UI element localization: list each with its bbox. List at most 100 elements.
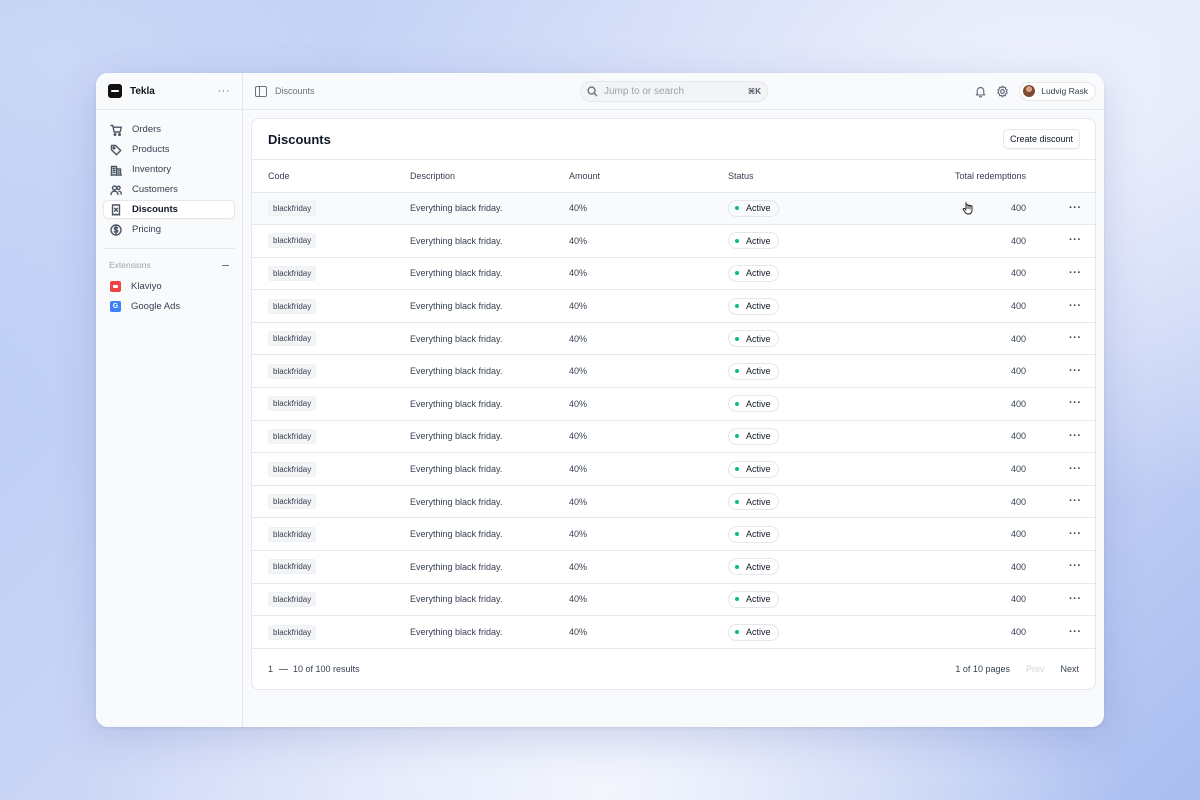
table-row[interactable]: blackfriday Everything black friday. 40% Ac…	[252, 322, 1095, 356]
column-header-redemptions[interactable]: Total redemptions	[878, 160, 1069, 193]
extension-item-klaviyo[interactable]: Klaviyo	[103, 277, 235, 296]
row-more-icon[interactable]: ···	[1069, 300, 1082, 312]
row-more-icon[interactable]: ···	[1069, 267, 1082, 279]
column-header-code[interactable]: Code	[252, 160, 410, 193]
bell-icon[interactable]	[974, 85, 987, 98]
description-cell: Everything black friday.	[410, 583, 569, 617]
extension-item-google-ads[interactable]: G Google Ads	[103, 297, 235, 316]
column-header-status[interactable]: Status	[728, 160, 878, 193]
status-label: Active	[746, 496, 771, 507]
sidebar-item-customers[interactable]: Customers	[103, 180, 235, 199]
discount-code-badge: blackfriday	[268, 298, 317, 314]
toggle-sidebar-icon[interactable]	[255, 85, 267, 97]
pagination-summary: 1 10 of 100 results	[268, 664, 955, 674]
row-more-icon[interactable]: ···	[1069, 365, 1082, 377]
extensions-nav: Klaviyo G Google Ads	[96, 277, 242, 317]
status-badge: Active	[728, 297, 779, 315]
amount-cell: 40%	[569, 583, 728, 617]
status-label: Active	[746, 235, 771, 246]
sidebar-item-pricing[interactable]: Pricing	[103, 220, 235, 239]
collapse-extensions-icon[interactable]	[222, 264, 229, 266]
row-more-icon[interactable]: ···	[1069, 463, 1082, 475]
prev-page-button[interactable]: Prev	[1026, 664, 1045, 674]
sidebar-nav: Orders Products Inventory Customers Discount…	[96, 120, 242, 240]
status-cell: Active	[728, 289, 878, 323]
row-more-icon[interactable]: ···	[1069, 593, 1082, 605]
workspace-more-icon[interactable]: ···	[218, 85, 231, 97]
status-dot-icon	[735, 630, 739, 635]
breadcrumb[interactable]: Discounts	[275, 86, 315, 96]
table-row[interactable]: blackfriday Everything black friday. 40% Ac…	[252, 550, 1095, 584]
create-discount-button[interactable]: Create discount	[1002, 129, 1080, 149]
row-more-icon[interactable]: ···	[1069, 528, 1082, 540]
table-row[interactable]: blackfriday Everything black friday. 40% Ac…	[252, 517, 1095, 552]
table-row[interactable]: blackfriday Everything black friday. 40% Ac…	[252, 452, 1095, 486]
topbar: Discounts ⌘K Ludvig Rask	[243, 73, 1104, 110]
row-more-icon[interactable]: ···	[1069, 332, 1082, 344]
redemptions-cell: 400	[878, 583, 1069, 617]
code-cell: blackfriday	[252, 224, 410, 258]
discount-code-badge: blackfriday	[268, 526, 317, 542]
user-menu[interactable]: Ludvig Rask	[1019, 81, 1096, 101]
amount-cell: 40%	[569, 289, 728, 323]
workspace-switcher[interactable]: Tekla ···	[96, 73, 242, 110]
status-label: Active	[746, 561, 771, 572]
table-row[interactable]: blackfriday Everything black friday. 40% Ac…	[252, 257, 1095, 291]
sidebar-item-products[interactable]: Products	[103, 140, 235, 159]
row-more-icon[interactable]: ···	[1069, 626, 1082, 638]
search-shortcut: ⌘K	[747, 87, 761, 96]
table-row[interactable]: blackfriday Everything black friday. 40% Ac…	[252, 354, 1095, 389]
amount-cell: 40%	[569, 354, 728, 389]
status-label: Active	[746, 203, 771, 214]
next-page-button[interactable]: Next	[1060, 664, 1079, 674]
gear-icon[interactable]	[996, 85, 1009, 98]
row-more-icon[interactable]: ···	[1069, 202, 1082, 214]
row-more-icon[interactable]: ···	[1069, 560, 1082, 572]
main-area: Discounts ⌘K Ludvig Rask	[243, 73, 1104, 727]
column-header-amount[interactable]: Amount	[569, 160, 728, 193]
page-count: 1 of 10 pages	[955, 664, 1010, 674]
status-dot-icon	[735, 238, 739, 243]
row-actions-cell: ···	[1069, 387, 1095, 421]
table-row[interactable]: blackfriday Everything black friday. 40% Ac…	[252, 420, 1095, 454]
table-row[interactable]: blackfriday Everything black friday. 40% Ac…	[252, 224, 1095, 258]
table-row[interactable]: blackfriday Everything black friday. 40% Ac…	[252, 387, 1095, 421]
row-actions-cell: ···	[1069, 192, 1095, 226]
sidebar-item-orders[interactable]: Orders	[103, 120, 235, 139]
status-badge: Active	[728, 330, 779, 348]
status-dot-icon	[735, 304, 739, 309]
status-dot-icon	[735, 369, 739, 374]
row-more-icon[interactable]: ···	[1069, 234, 1082, 246]
table-row[interactable]: blackfriday Everything black friday. 40% Ac…	[252, 289, 1095, 323]
receipt-icon	[110, 203, 122, 216]
description-cell: Everything black friday.	[410, 387, 569, 421]
table-row[interactable]: blackfriday Everything black friday. 40% Ac…	[252, 485, 1095, 519]
row-more-icon[interactable]: ···	[1069, 397, 1082, 409]
sidebar-item-discounts[interactable]: Discounts	[103, 200, 235, 219]
table-row[interactable]: blackfriday Everything black friday. 40% Ac…	[252, 583, 1095, 617]
status-cell: Active	[728, 257, 878, 291]
search-input[interactable]	[604, 86, 748, 97]
redemptions-cell: 400	[878, 550, 1069, 584]
hand-cursor-icon	[962, 202, 973, 215]
status-badge: Active	[728, 199, 779, 217]
code-cell: blackfriday	[252, 550, 410, 584]
row-actions-cell: ···	[1069, 550, 1095, 584]
discounts-panel: Discounts Create discount Code Descripti…	[251, 118, 1096, 690]
status-cell: Active	[728, 387, 878, 421]
row-more-icon[interactable]: ···	[1069, 430, 1082, 442]
description-cell: Everything black friday.	[410, 289, 569, 323]
sidebar-item-inventory[interactable]: Inventory	[103, 160, 235, 179]
sidebar-item-label: Products	[132, 144, 170, 155]
code-cell: blackfriday	[252, 257, 410, 291]
row-actions-cell: ···	[1069, 224, 1095, 258]
redemptions-cell: 400	[878, 289, 1069, 323]
table-row[interactable]: blackfriday Everything black friday. 40% Ac…	[252, 615, 1095, 649]
row-more-icon[interactable]: ···	[1069, 495, 1082, 507]
code-cell: blackfriday	[252, 583, 410, 617]
row-actions-cell: ···	[1069, 289, 1095, 323]
column-header-description[interactable]: Description	[410, 160, 569, 193]
redemptions-cell: 400	[878, 322, 1069, 356]
sidebar: Tekla ··· Orders Products Inventory Custome…	[96, 73, 243, 727]
search-bar[interactable]: ⌘K	[580, 81, 768, 102]
